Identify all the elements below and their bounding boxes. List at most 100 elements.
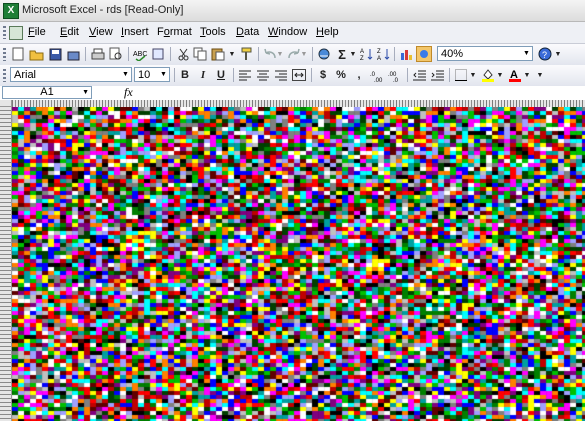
toolbar-grip[interactable] [3, 69, 6, 82]
svg-text:.00: .00 [374, 78, 383, 82]
chevron-down-icon[interactable]: ▼ [82, 87, 89, 98]
cut-icon[interactable] [175, 46, 191, 62]
chevron-down-icon[interactable]: ▼ [496, 67, 504, 83]
autosum-icon[interactable]: Σ [334, 46, 350, 62]
menu-help[interactable]: Help [316, 26, 339, 38]
svg-text:A: A [377, 56, 381, 61]
chart-wizard-icon[interactable] [398, 46, 414, 62]
toolbar-separator [407, 68, 408, 82]
toolbar-grip[interactable] [3, 48, 6, 61]
svg-text:A: A [360, 49, 364, 55]
print-preview-icon[interactable] [108, 46, 124, 62]
cell-grid[interactable] [12, 107, 585, 421]
toolbar-separator [258, 47, 259, 61]
workbook-icon[interactable] [9, 26, 23, 40]
chevron-down-icon[interactable]: ▼ [521, 47, 532, 60]
sort-descending-icon[interactable]: ZA [376, 46, 392, 62]
menu-view[interactable]: View [89, 26, 113, 38]
font-name: Arial [14, 69, 37, 81]
toolbar-separator [174, 68, 175, 82]
fill-color-icon[interactable] [480, 67, 496, 83]
menu-edit[interactable]: Edit [60, 26, 79, 38]
select-all-button[interactable] [0, 100, 12, 107]
drawing-icon[interactable] [416, 46, 432, 62]
decrease-indent-icon[interactable] [411, 67, 427, 83]
toolbar-separator [449, 68, 450, 82]
currency-button[interactable]: $ [315, 67, 331, 83]
toolbar-separator [233, 68, 234, 82]
formatting-toolbar: Arial ▼ 10 ▼ B I U $ % , .0.00 .00.0 ▼ ▼… [0, 65, 585, 87]
toolbar-separator [128, 47, 129, 61]
chevron-down-icon[interactable]: ▼ [276, 46, 284, 62]
spelling-icon[interactable]: ABC [132, 46, 148, 62]
align-left-icon[interactable] [237, 67, 253, 83]
research-icon[interactable] [150, 46, 166, 62]
font-color-icon[interactable]: A [507, 67, 523, 83]
standard-toolbar: ABC ▼ ▼ ▼ Σ ▼ AZ ZA 40% ▼ ? ▼ [0, 44, 585, 66]
chevron-down-icon[interactable]: ▼ [469, 67, 477, 83]
decrease-decimal-icon[interactable]: .00.0 [387, 67, 403, 83]
bold-button[interactable]: B [177, 67, 193, 83]
open-icon[interactable] [28, 46, 44, 62]
toolbar-separator [394, 47, 395, 61]
name-box[interactable]: A1 ▼ [2, 86, 92, 99]
zoom-select[interactable]: 40% ▼ [437, 46, 533, 61]
font-size-value: 10 [138, 69, 151, 81]
print-icon[interactable] [90, 46, 106, 62]
italic-button[interactable]: I [195, 67, 211, 83]
svg-text:Z: Z [377, 49, 381, 55]
excel-app-icon[interactable]: X [3, 3, 19, 19]
toolbar-separator [85, 47, 86, 61]
borders-icon[interactable] [453, 67, 469, 83]
merge-center-icon[interactable] [291, 67, 307, 83]
increase-decimal-icon[interactable]: .0.00 [369, 67, 385, 83]
svg-text:?: ? [542, 50, 547, 60]
paste-icon[interactable] [210, 46, 226, 62]
chevron-down-icon[interactable]: ▼ [120, 68, 131, 81]
help-icon[interactable]: ? [537, 46, 553, 62]
hyperlink-icon[interactable] [316, 46, 332, 62]
menu-bar: File Edit View Insert Format Tools Data … [0, 22, 585, 44]
percent-button[interactable]: % [333, 67, 349, 83]
align-center-icon[interactable] [255, 67, 271, 83]
svg-text:Z: Z [360, 56, 364, 61]
font-size-select[interactable]: 10 ▼ [134, 67, 170, 82]
toolbar-separator [311, 68, 312, 82]
svg-text:.0: .0 [393, 78, 399, 82]
name-box-value: A1 [40, 86, 54, 98]
align-right-icon[interactable] [273, 67, 289, 83]
menu-format[interactable]: Format [157, 26, 192, 38]
menu-window[interactable]: Window [268, 26, 307, 38]
zoom-value: 40% [441, 48, 464, 60]
menu-data[interactable]: Data [236, 26, 259, 38]
increase-indent-icon[interactable] [429, 67, 445, 83]
formula-bar: A1 ▼ fx [0, 86, 585, 101]
menu-tools[interactable]: Tools [200, 26, 226, 38]
menu-insert[interactable]: Insert [121, 26, 149, 38]
row-headers[interactable] [0, 107, 12, 421]
worksheet-cells[interactable] [12, 107, 585, 421]
format-painter-icon[interactable] [238, 46, 254, 62]
formula-input[interactable] [140, 86, 580, 99]
chevron-down-icon[interactable]: ▼ [349, 46, 357, 62]
toolbar-separator [170, 47, 171, 61]
comma-button[interactable]: , [351, 67, 367, 83]
menu-file[interactable]: File [28, 26, 46, 38]
window-title: Microsoft Excel - rds [Read-Only] [22, 4, 184, 16]
toolbar-separator [312, 47, 313, 61]
toolbar-options-icon[interactable]: ▼ [536, 67, 544, 83]
chevron-down-icon[interactable]: ▼ [300, 46, 308, 62]
chevron-down-icon[interactable]: ▼ [228, 46, 236, 62]
insert-function-icon[interactable]: fx [124, 86, 133, 99]
font-select[interactable]: Arial ▼ [10, 67, 132, 82]
underline-button[interactable]: U [213, 67, 229, 83]
permission-icon[interactable] [65, 46, 81, 62]
new-icon[interactable] [10, 46, 26, 62]
save-icon[interactable] [47, 46, 63, 62]
chevron-down-icon[interactable]: ▼ [158, 68, 169, 81]
toolbar-grip[interactable] [3, 26, 6, 39]
chevron-down-icon[interactable]: ▼ [554, 46, 562, 62]
chevron-down-icon[interactable]: ▼ [523, 67, 531, 83]
sort-ascending-icon[interactable]: AZ [359, 46, 375, 62]
copy-icon[interactable] [192, 46, 208, 62]
